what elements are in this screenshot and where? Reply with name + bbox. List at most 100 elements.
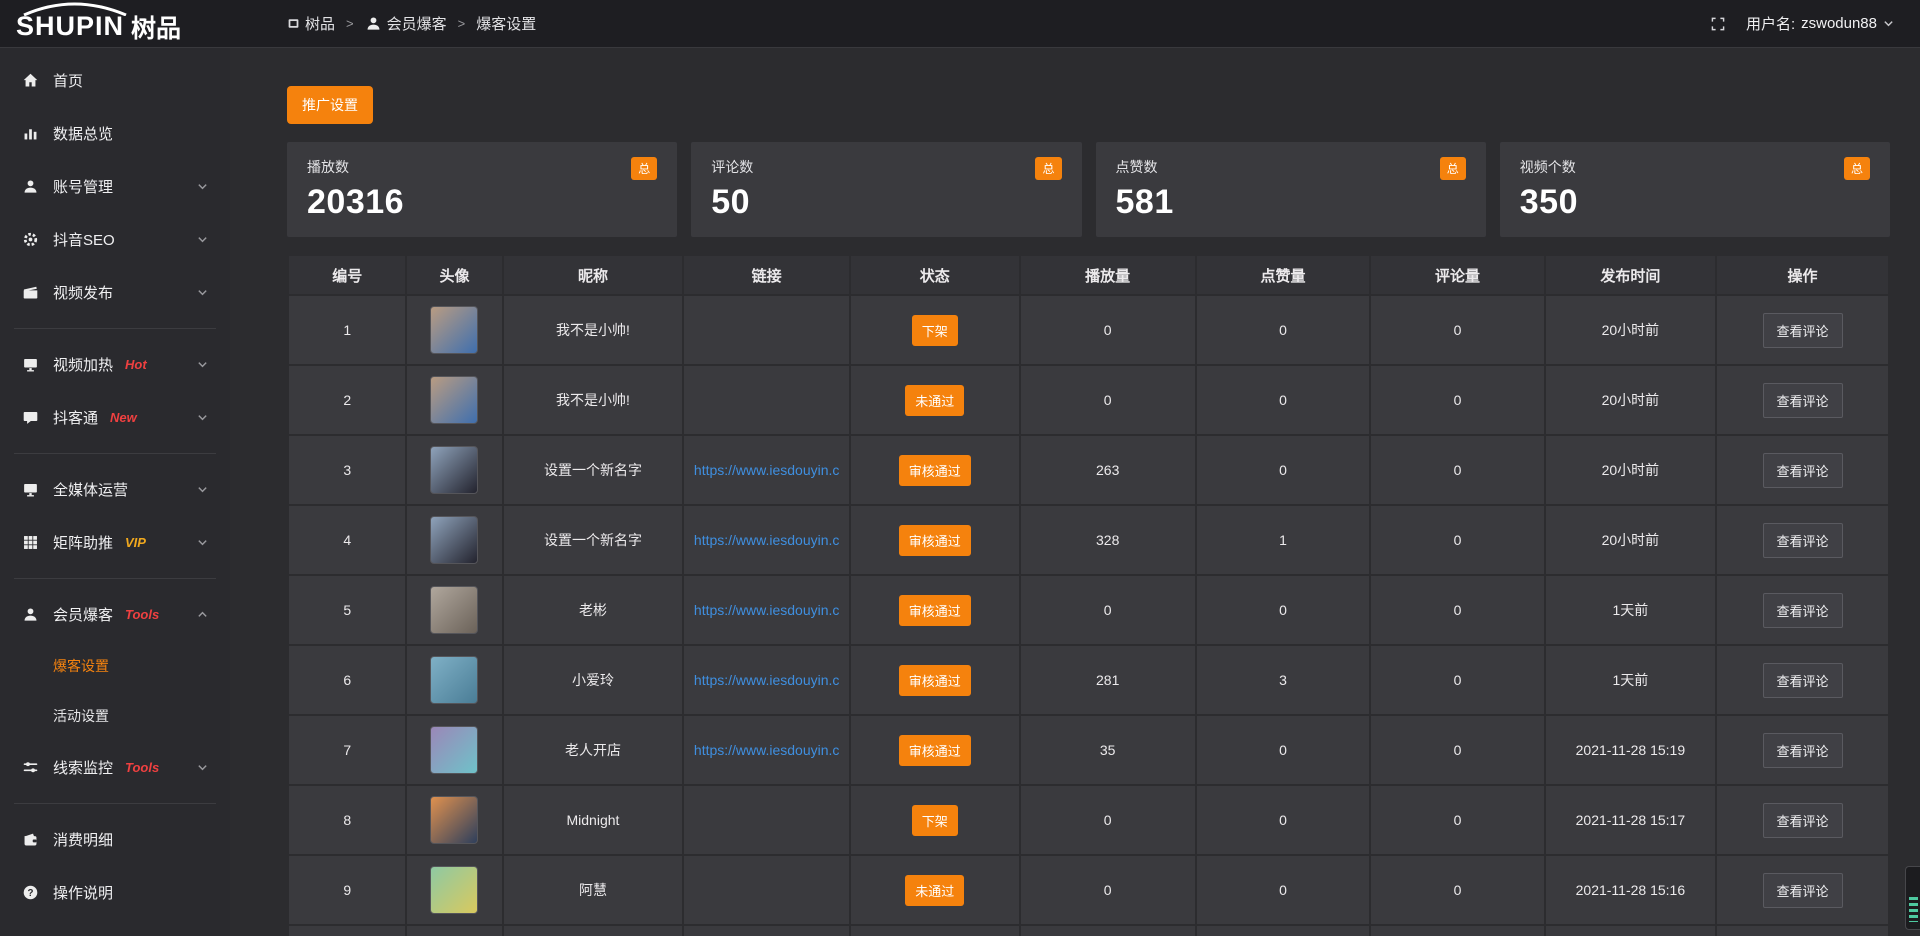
sidebar-item-会员爆客[interactable]: 会员爆客 Tools (0, 588, 230, 641)
sidebar-item-抖客通[interactable]: 抖客通 New (0, 391, 230, 444)
sidebar-item-操作说明[interactable]: ? 操作说明 (0, 866, 230, 919)
avatar (430, 866, 478, 914)
sidebar-item-账号管理[interactable]: 账号管理 (0, 160, 230, 213)
cell-plays: 0 (1020, 855, 1196, 925)
svg-text:?: ? (28, 888, 34, 899)
user-icon (21, 178, 40, 195)
view-comments-button[interactable]: 查看评论 (1763, 383, 1843, 418)
table-row: 3 设置一个新名字 https://www.iesdouyin.c 审核通过 2… (288, 435, 1889, 505)
sidebar-item-矩阵助推[interactable]: 矩阵助推 VIP (0, 516, 230, 569)
view-comments-button[interactable]: 查看评论 (1763, 803, 1843, 838)
stats-row: 播放数 总 20316 评论数 总 50 点赞数 总 581 视频个数 总 35… (287, 142, 1890, 237)
total-badge: 总 (631, 157, 657, 180)
cell-status: 审核通过 (850, 505, 1020, 575)
cell-comments: 0 (1370, 365, 1545, 435)
cell-action: 查看评论 (1716, 855, 1889, 925)
breadcrumb: 树品 > 会员爆客 > 爆客设置 (287, 13, 536, 34)
monitor-icon (21, 481, 40, 498)
avatar (430, 516, 478, 564)
sidebar-subitem-爆客设置[interactable]: 爆客设置 (0, 641, 230, 691)
view-comments-button[interactable]: 查看评论 (1763, 663, 1843, 698)
account-link[interactable]: https://www.iesdouyin.c (694, 742, 840, 758)
view-comments-button[interactable]: 查看评论 (1763, 593, 1843, 628)
floating-widget[interactable] (1905, 866, 1920, 930)
cell-action: 查看评论 (1716, 715, 1889, 785)
view-comments-button[interactable]: 查看评论 (1763, 523, 1843, 558)
status-badge: 审核通过 (899, 525, 971, 556)
cell-id: 6 (288, 645, 406, 715)
cell-avatar (406, 295, 502, 365)
cell-link: https://www.iesdouyin.c (683, 575, 850, 645)
table-row: 5 老彬 https://www.iesdouyin.c 审核通过 0 0 0 … (288, 575, 1889, 645)
screen-icon (21, 356, 40, 373)
cell-status (850, 925, 1020, 936)
table-row: 8 Midnight 下架 0 0 0 2021-11-28 15:17 查看评… (288, 785, 1889, 855)
column-header-编号: 编号 (288, 255, 406, 295)
column-header-操作: 操作 (1716, 255, 1889, 295)
cell-plays (1020, 925, 1196, 936)
cell-comments: 0 (1370, 645, 1545, 715)
cell-id: 7 (288, 715, 406, 785)
cell-nickname: 我不是小帅! (503, 295, 684, 365)
sidebar-item-抖音SEO[interactable]: 抖音SEO (0, 213, 230, 266)
cell-link (683, 855, 850, 925)
cell-comments: 0 (1370, 505, 1545, 575)
cell-link (683, 295, 850, 365)
account-link[interactable]: https://www.iesdouyin.c (694, 602, 840, 618)
cell-time: 2021-11-28 15:19 (1545, 715, 1716, 785)
cell-nickname: 小爱玲 (503, 645, 684, 715)
view-comments-button[interactable]: 查看评论 (1763, 733, 1843, 768)
sidebar-subitem-活动设置[interactable]: 活动设置 (0, 691, 230, 741)
avatar (430, 726, 478, 774)
stat-card-评论数: 评论数 总 50 (691, 142, 1081, 237)
cell-link (683, 365, 850, 435)
sidebar-item-首页[interactable]: 首页 (0, 54, 230, 107)
member-icon (21, 606, 40, 623)
cell-avatar (406, 365, 502, 435)
column-header-点赞量: 点赞量 (1196, 255, 1371, 295)
chevron-icon (193, 412, 212, 423)
stat-card-播放数: 播放数 总 20316 (287, 142, 677, 237)
sidebar-item-全媒体运营[interactable]: 全媒体运营 (0, 463, 230, 516)
video-icon (21, 284, 40, 301)
account-link[interactable]: https://www.iesdouyin.c (694, 532, 840, 548)
app-root: SHUPIN 树品 树品 > 会员爆客 > 爆客设置 用户名: zswodun8… (0, 0, 1920, 936)
user-zone: 用户名: zswodun88 (1710, 13, 1920, 34)
promo-settings-button[interactable]: 推广设置 (287, 86, 373, 124)
breadcrumb-item[interactable]: 树品 (287, 13, 335, 34)
sidebar-item-视频加热[interactable]: 视频加热 Hot (0, 338, 230, 391)
chevron-down-icon (1883, 18, 1894, 29)
cell-time: 1天前 (1545, 645, 1716, 715)
status-badge: 审核通过 (899, 665, 971, 696)
view-comments-button[interactable]: 查看评论 (1763, 313, 1843, 348)
cell-link: https://www.iesdouyin.c (683, 645, 850, 715)
cell-time: 1天前 (1545, 575, 1716, 645)
cell-action: 查看评论 (1716, 785, 1889, 855)
view-comments-button[interactable]: 查看评论 (1763, 873, 1843, 908)
view-comments-button[interactable]: 查看评论 (1763, 453, 1843, 488)
cell-time: 20小时前 (1545, 365, 1716, 435)
sidebar-item-线索监控[interactable]: 线索监控 Tools (0, 741, 230, 794)
cell-action: 查看评论 (1716, 435, 1889, 505)
cell-nickname: 老彬 (503, 575, 684, 645)
cell-time: 20小时前 (1545, 505, 1716, 575)
fullscreen-icon[interactable] (1710, 16, 1726, 32)
cell-time: 2021-11-28 15:16 (1545, 855, 1716, 925)
cell-likes (1196, 925, 1371, 936)
account-link[interactable]: https://www.iesdouyin.c (694, 672, 840, 688)
account-link[interactable]: https://www.iesdouyin.c (694, 462, 840, 478)
cell-comments (1370, 925, 1545, 936)
cell-id: 8 (288, 785, 406, 855)
cell-status: 下架 (850, 295, 1020, 365)
cell-likes: 0 (1196, 785, 1371, 855)
sidebar-item-数据总览[interactable]: 数据总览 (0, 107, 230, 160)
user-menu[interactable]: 用户名: zswodun88 (1746, 13, 1894, 34)
sidebar-item-视频发布[interactable]: 视频发布 (0, 266, 230, 319)
sidebar-item-消费明细[interactable]: 消费明细 (0, 813, 230, 866)
breadcrumb-item[interactable]: 会员爆客 (365, 13, 447, 34)
cell-link: https://www.iesdouyin.c (683, 435, 850, 505)
avatar (430, 446, 478, 494)
accounts-table: 编号头像昵称链接状态播放量点赞量评论量发布时间操作 1 我不是小帅! 下架 0 … (287, 254, 1890, 936)
chevron-icon (193, 181, 212, 192)
wallet-icon (21, 831, 40, 848)
